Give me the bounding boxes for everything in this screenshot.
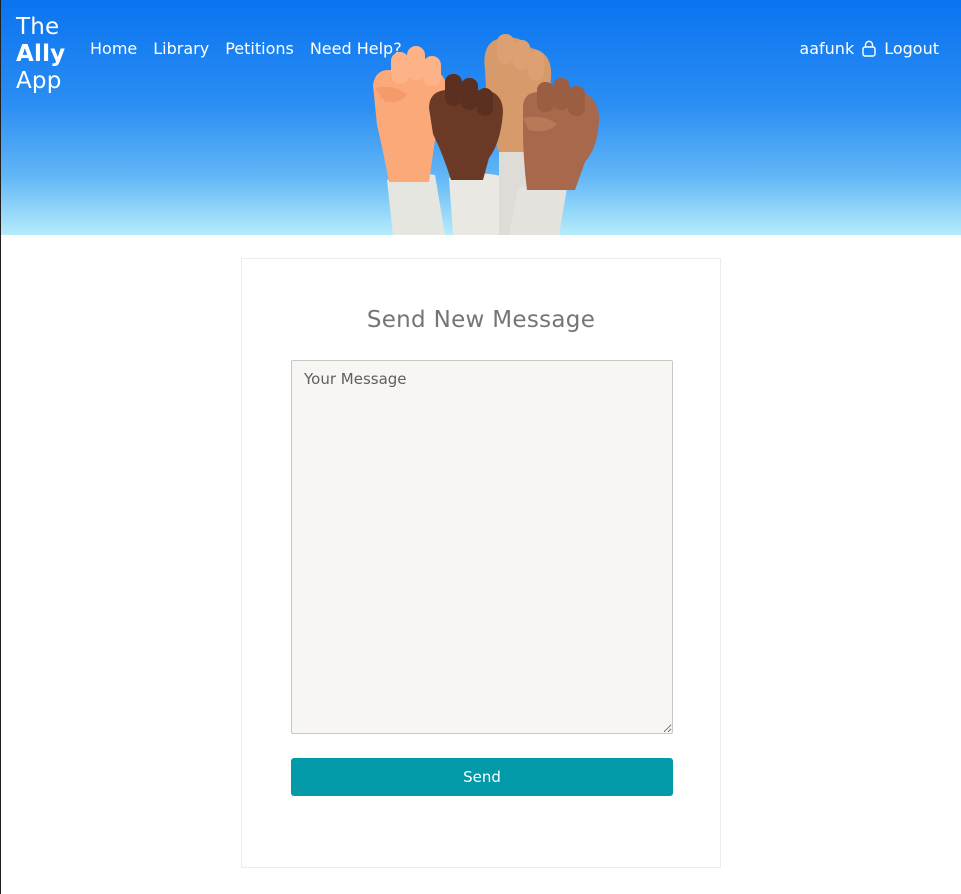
send-button[interactable]: Send — [291, 758, 673, 796]
logout-link[interactable]: Logout — [884, 39, 939, 58]
nav-petitions[interactable]: Petitions — [225, 39, 294, 58]
app-logo[interactable]: The Ally App — [16, 14, 65, 95]
user-area: aafunk Logout — [799, 39, 939, 58]
brand-line-1: The — [16, 14, 60, 40]
nav-library[interactable]: Library — [153, 39, 209, 58]
raised-fists-illustration — [373, 34, 599, 235]
new-message-card: Send New Message Send — [241, 258, 721, 868]
username[interactable]: aafunk — [799, 39, 854, 58]
message-textarea[interactable] — [291, 360, 673, 734]
main-nav: Home Library Petitions Need Help? — [90, 39, 402, 58]
lock-icon — [862, 40, 876, 57]
hero-banner: The Ally App Home Library Petitions Need… — [1, 0, 961, 235]
brand-line-2: Ally — [16, 41, 66, 67]
brand-line-3: App — [16, 68, 62, 94]
nav-home[interactable]: Home — [90, 39, 137, 58]
page-title: Send New Message — [366, 307, 596, 333]
